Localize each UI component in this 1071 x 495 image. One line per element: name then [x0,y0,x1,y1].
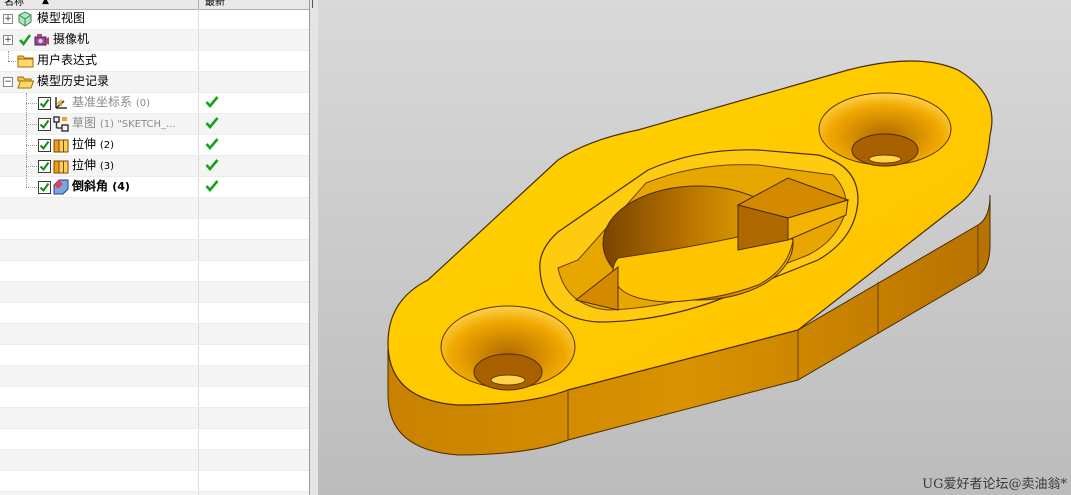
column-latest-header[interactable]: 最新 [205,0,225,8]
folder-icon [17,53,34,74]
expand-icon[interactable]: + [3,35,13,45]
tree-node-label: 模型视图 [37,11,86,25]
expand-icon[interactable]: + [3,14,13,24]
empty-row [0,303,309,324]
tree-node-model-views[interactable]: + 模型视图 [0,9,309,30]
empty-row [0,198,309,219]
tree-node-datum-csys[interactable]: 基准坐标系 (0) [0,93,309,114]
empty-row [0,366,309,387]
tree-node-cameras[interactable]: + 摄像机 [0,30,309,51]
empty-row [0,387,309,408]
visibility-checkbox[interactable] [38,160,51,173]
tree-node-label: 模型历史记录 [37,74,110,88]
graphics-viewport[interactable]: UG爱好者论坛@卖油翁* [318,0,1071,495]
sort-ascending-icon: ▲ [42,0,49,6]
empty-row [0,408,309,429]
up-to-date-check-icon [205,136,219,158]
tree-node-model-history[interactable]: − 模型历史记录 [0,72,309,93]
tree-node-label: 摄像机 [53,32,90,46]
part-model [387,60,993,456]
tree-node-label: 倒斜角 (4) [72,179,130,193]
empty-row [0,345,309,366]
empty-row [0,324,309,345]
empty-row [0,219,309,240]
tree-node-label: 拉伸 (2) [72,137,115,151]
forum-watermark: UG爱好者论坛@卖油翁* [922,477,1067,492]
tree-node-label: 用户表达式 [37,53,98,67]
up-to-date-check-icon [205,157,219,179]
tree-node-chamfer[interactable]: 倒斜角 (4) [0,177,309,198]
open-folder-icon [17,74,35,95]
column-name-header[interactable]: 名称 [4,0,24,8]
empty-row [0,471,309,492]
part-navigator: 名称 ▲ 最新 + 模型视图 + 摄像机 用户表达式 − 模型历史记录 基准坐标… [0,0,310,495]
tree-node-sketch[interactable]: 草图 (1) "SKETCH_... [0,114,309,135]
empty-row [0,450,309,471]
tree-node-extrude-3[interactable]: 拉伸 (3) [0,156,309,177]
tree-node-label: 草图 (1) "SKETCH_... [72,116,176,130]
tree-node-label: 拉伸 (3) [72,158,115,172]
empty-row [0,240,309,261]
collapse-icon[interactable]: − [3,77,13,87]
visibility-checkbox[interactable] [38,139,51,152]
green-check-icon [18,33,32,53]
tree-node-user-expressions[interactable]: 用户表达式 [0,51,309,72]
empty-row [0,429,309,450]
navigator-tree: + 模型视图 + 摄像机 用户表达式 − 模型历史记录 基准坐标系 (0) 草图… [0,9,309,495]
tree-node-extrude-2[interactable]: 拉伸 (2) [0,135,309,156]
up-to-date-check-icon [205,115,219,137]
up-to-date-check-icon [205,94,219,116]
visibility-checkbox[interactable] [38,181,51,194]
empty-row [0,282,309,303]
tree-node-label: 基准坐标系 (0) [72,95,151,109]
visibility-checkbox[interactable] [38,97,51,110]
up-to-date-check-icon [205,178,219,200]
visibility-checkbox[interactable] [38,118,51,131]
empty-row [0,261,309,282]
